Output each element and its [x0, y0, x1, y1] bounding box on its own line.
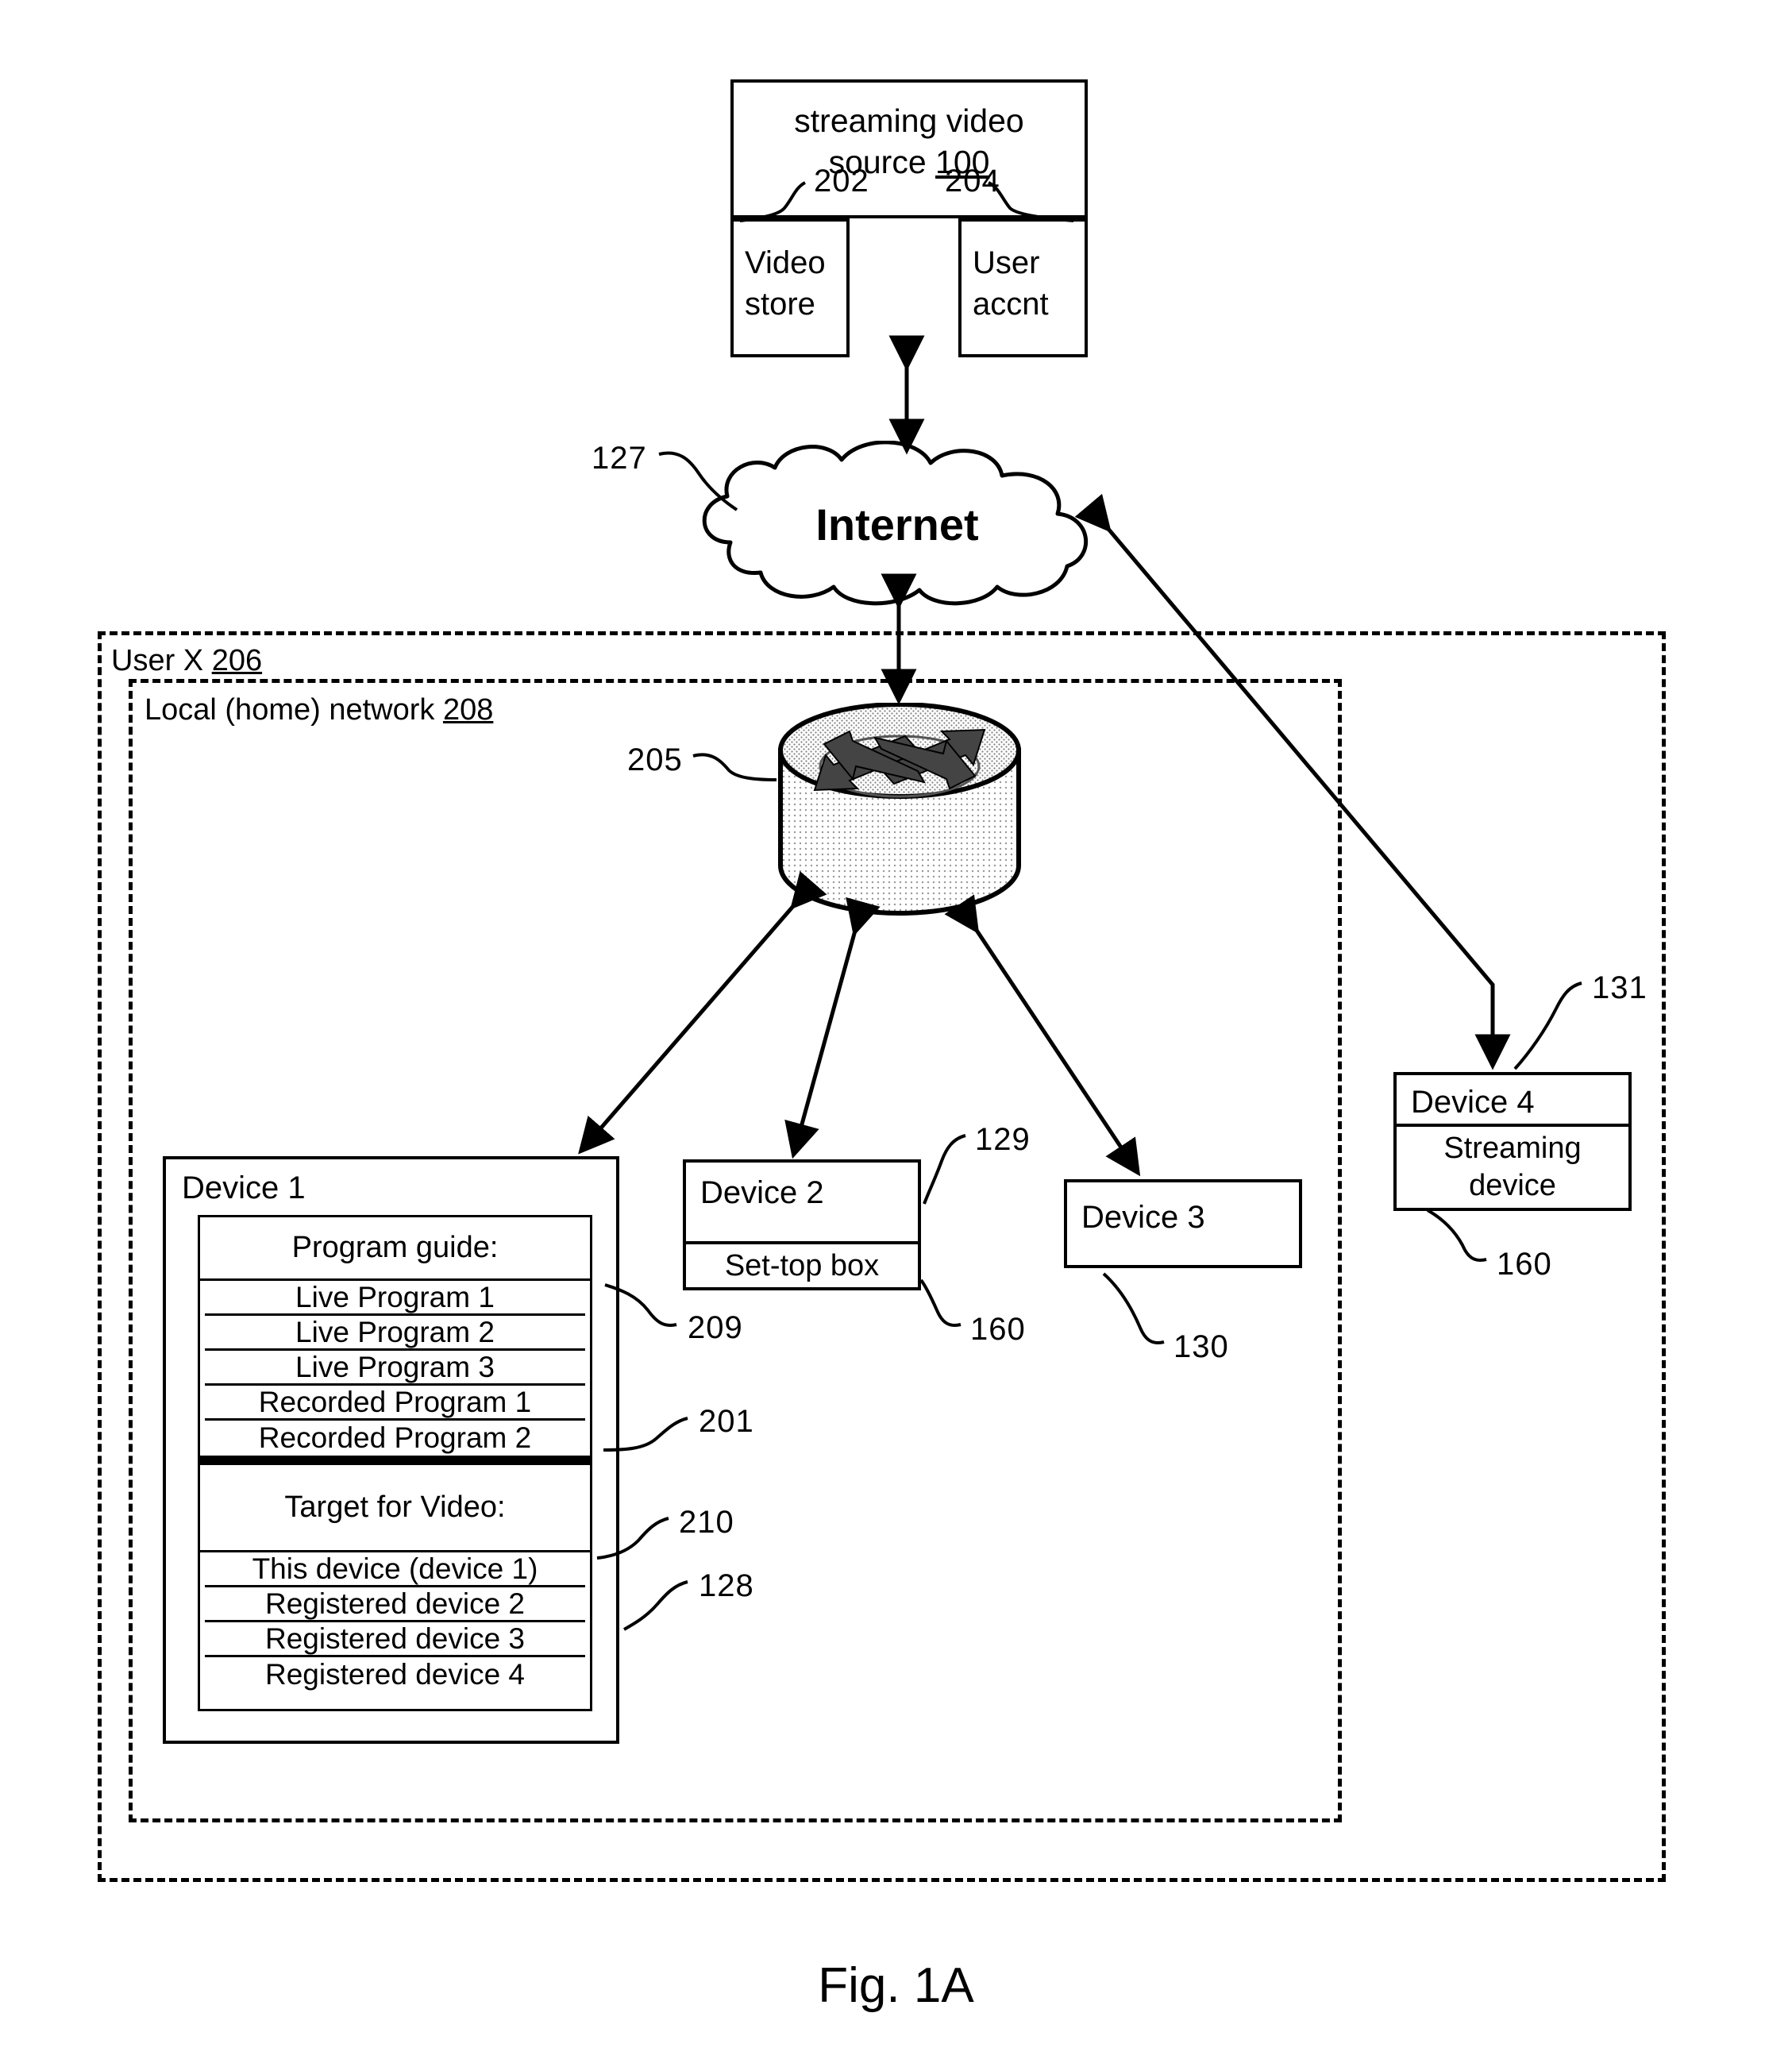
source-title-line1: streaming video: [794, 102, 1024, 139]
user-accnt-line2: accnt: [973, 287, 1049, 322]
video-store-line2: store: [745, 287, 815, 322]
device-1-title: Device 1: [182, 1170, 306, 1205]
ref-201-label: 201: [699, 1404, 754, 1439]
ref-128-label: 128: [699, 1568, 754, 1603]
ref-210-label: 210: [679, 1505, 734, 1540]
local-network-ref: 208: [442, 693, 494, 727]
device-4-streaming-device-label: Streaming device: [1393, 1124, 1632, 1211]
local-network-text: Local (home) network: [145, 693, 443, 727]
device-4-box: Device 4 Streaming device: [1393, 1072, 1632, 1211]
program-list-item[interactable]: Live Program 1: [205, 1281, 585, 1316]
target-list-item[interactable]: Registered device 2: [205, 1587, 585, 1622]
ref-202-label: 202: [814, 164, 869, 199]
patent-figure-1a: streaming video source 100 Video store U…: [0, 0, 1792, 2067]
user-x-text: User X: [111, 644, 212, 677]
device-1-box: Device 1 Program guide: Live Program 1 L…: [163, 1156, 619, 1744]
ref-127-label: 127: [592, 441, 647, 476]
target-list-item[interactable]: Registered device 4: [205, 1657, 585, 1692]
video-store-label: Video store: [745, 242, 826, 325]
program-guide-header: Program guide:: [200, 1217, 590, 1281]
device-3-title: Device 3: [1081, 1200, 1205, 1235]
ref-129-label: 129: [975, 1122, 1031, 1157]
video-store-box: Video store: [730, 218, 850, 357]
video-store-line1: Video: [745, 245, 826, 280]
internet-cloud: Internet: [683, 440, 1112, 607]
ref-204-label: 204: [945, 164, 1000, 199]
internet-label: Internet: [815, 499, 979, 550]
ref-205-label: 205: [627, 742, 683, 777]
program-list-item[interactable]: Live Program 3: [205, 1351, 585, 1386]
router-cylinder-shape: [778, 702, 1021, 916]
program-list-item[interactable]: Recorded Program 1: [205, 1386, 585, 1421]
ref-209-label: 209: [688, 1310, 743, 1345]
ref-160-device2-label: 160: [970, 1312, 1026, 1347]
device-1-program-guide-panel: Program guide: Live Program 1 Live Progr…: [198, 1215, 592, 1711]
user-accnt-label: User accnt: [973, 242, 1049, 325]
streaming-video-source-title: streaming video source 100: [734, 100, 1085, 183]
ref-130-label: 130: [1173, 1329, 1229, 1364]
user-x-label: User X 206: [111, 643, 262, 680]
user-accnt-line1: User: [973, 245, 1040, 280]
device-4-sub-line2: device: [1469, 1169, 1556, 1202]
local-network-label: Local (home) network 208: [145, 692, 493, 729]
device-2-title: Device 2: [700, 1175, 824, 1210]
user-x-ref: 206: [211, 644, 263, 677]
device-2-set-top-box-label: Set-top box: [683, 1241, 921, 1290]
figure-caption: Fig. 1A: [818, 1958, 974, 2013]
program-list-item[interactable]: Live Program 2: [205, 1316, 585, 1351]
ref-131-label: 131: [1592, 970, 1647, 1005]
program-list-item[interactable]: Recorded Program 2: [205, 1421, 585, 1456]
target-for-video-header: Target for Video:: [200, 1465, 590, 1552]
router-hub-icon: [777, 702, 1023, 921]
target-list-item[interactable]: Registered device 3: [205, 1622, 585, 1657]
device-3-box: Device 3: [1064, 1179, 1302, 1268]
program-target-divider: [200, 1456, 590, 1465]
user-accnt-box: User accnt: [958, 218, 1088, 357]
target-list-item[interactable]: This device (device 1): [205, 1552, 585, 1587]
device-4-title: Device 4: [1411, 1085, 1535, 1120]
device-4-sub-line1: Streaming: [1443, 1131, 1582, 1165]
device-2-box: Device 2 Set-top box: [683, 1159, 921, 1290]
streaming-video-source-box: streaming video source 100: [730, 79, 1088, 218]
ref-160-device4-label: 160: [1497, 1247, 1552, 1282]
